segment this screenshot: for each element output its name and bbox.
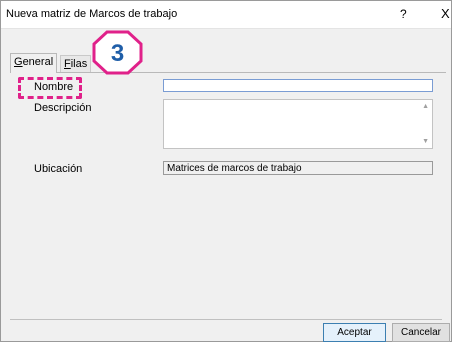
step-number: 3 [110, 40, 125, 67]
footer-divider [10, 319, 442, 320]
tab-general-mnemonic: G [14, 56, 23, 68]
scroll-up-icon[interactable]: ▲ [422, 103, 429, 110]
step-badge: 3 [92, 30, 143, 75]
accept-button[interactable]: Aceptar [323, 323, 386, 342]
help-button[interactable]: ? [400, 7, 407, 21]
window-title: Nueva matriz de Marcos de trabajo [6, 8, 178, 20]
tab-filas-mnemonic: F [64, 58, 71, 70]
highlight-box [18, 77, 82, 99]
location-field: Matrices de marcos de trabajo [163, 161, 433, 175]
tab-general[interactable]: General [10, 53, 58, 73]
description-textarea[interactable]: ▲ ▼ [163, 99, 433, 149]
description-label: Descripción [34, 102, 92, 114]
name-input[interactable] [163, 79, 433, 92]
location-label: Ubicación [34, 163, 83, 175]
cancel-button[interactable]: Cancelar [392, 323, 450, 342]
tab-filas[interactable]: Filas [60, 55, 92, 72]
scroll-down-icon[interactable]: ▼ [422, 138, 429, 145]
tab-general-label: eneral [22, 56, 54, 68]
tab-filas-label: ilas [70, 58, 88, 70]
new-framework-matrix-dialog: Nueva matriz de Marcos de trabajo ? X Ge… [0, 0, 452, 342]
title-bar: Nueva matriz de Marcos de trabajo ? X [1, 1, 451, 29]
close-button[interactable]: X [441, 6, 450, 21]
